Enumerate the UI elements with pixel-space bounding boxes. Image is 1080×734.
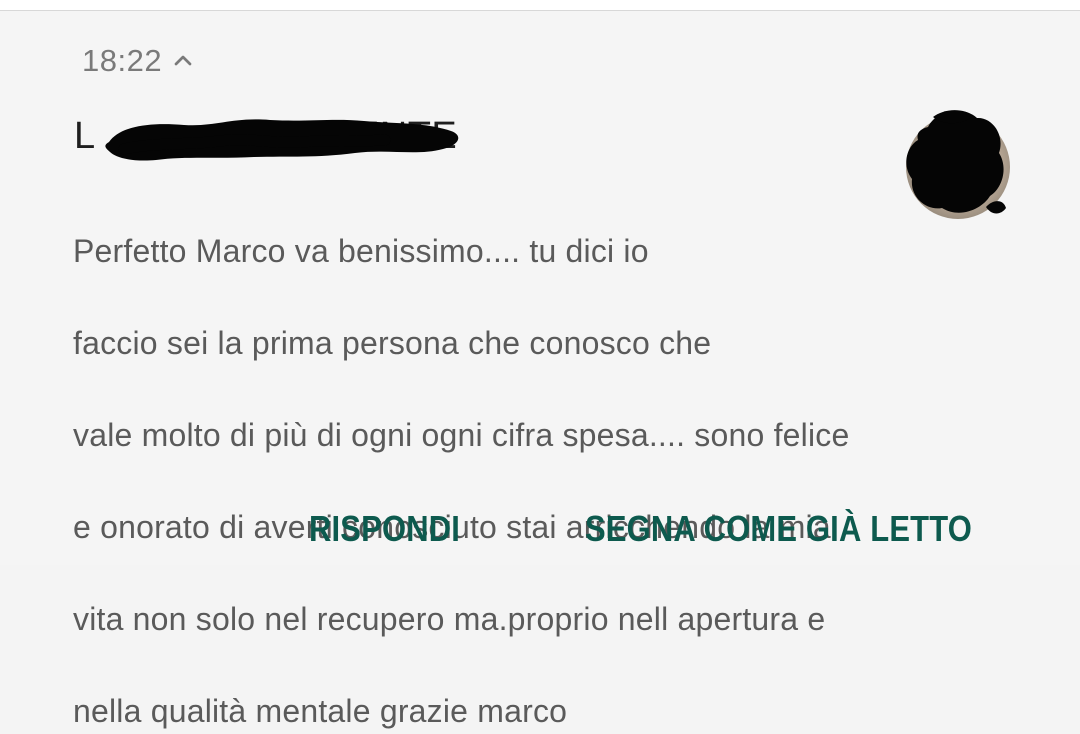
message-notification[interactable]: 18:22 L CLIENTE [0, 11, 1080, 729]
sender-name-prefix: L [74, 115, 95, 157]
message-line: Perfetto Marco va benissimo.... tu dici … [73, 233, 649, 269]
message-line: vita non solo nel recupero ma.proprio ne… [73, 601, 826, 637]
message-line: nella qualità mentale grazie marco [73, 693, 568, 729]
notification-time: 18:22 [82, 43, 163, 78]
message-line: vale molto di più di ogni ogni cifra spe… [73, 417, 850, 453]
notification-actions: RISPONDI SEGNA COME GIÀ LETTO [0, 508, 1080, 562]
message-line: faccio sei la prima persona che conosco … [73, 325, 712, 361]
chevron-up-icon[interactable] [172, 50, 194, 72]
notification-header: 18:22 [82, 43, 194, 79]
reply-button[interactable]: RISPONDI [309, 508, 460, 550]
redaction-mark [105, 119, 459, 161]
status-divider [0, 0, 1080, 11]
mark-as-read-button[interactable]: SEGNA COME GIÀ LETTO [585, 508, 972, 550]
notification-message: Perfetto Marco va benissimo.... tu dici … [73, 182, 1033, 734]
sender-name: L CLIENTE [74, 111, 834, 161]
